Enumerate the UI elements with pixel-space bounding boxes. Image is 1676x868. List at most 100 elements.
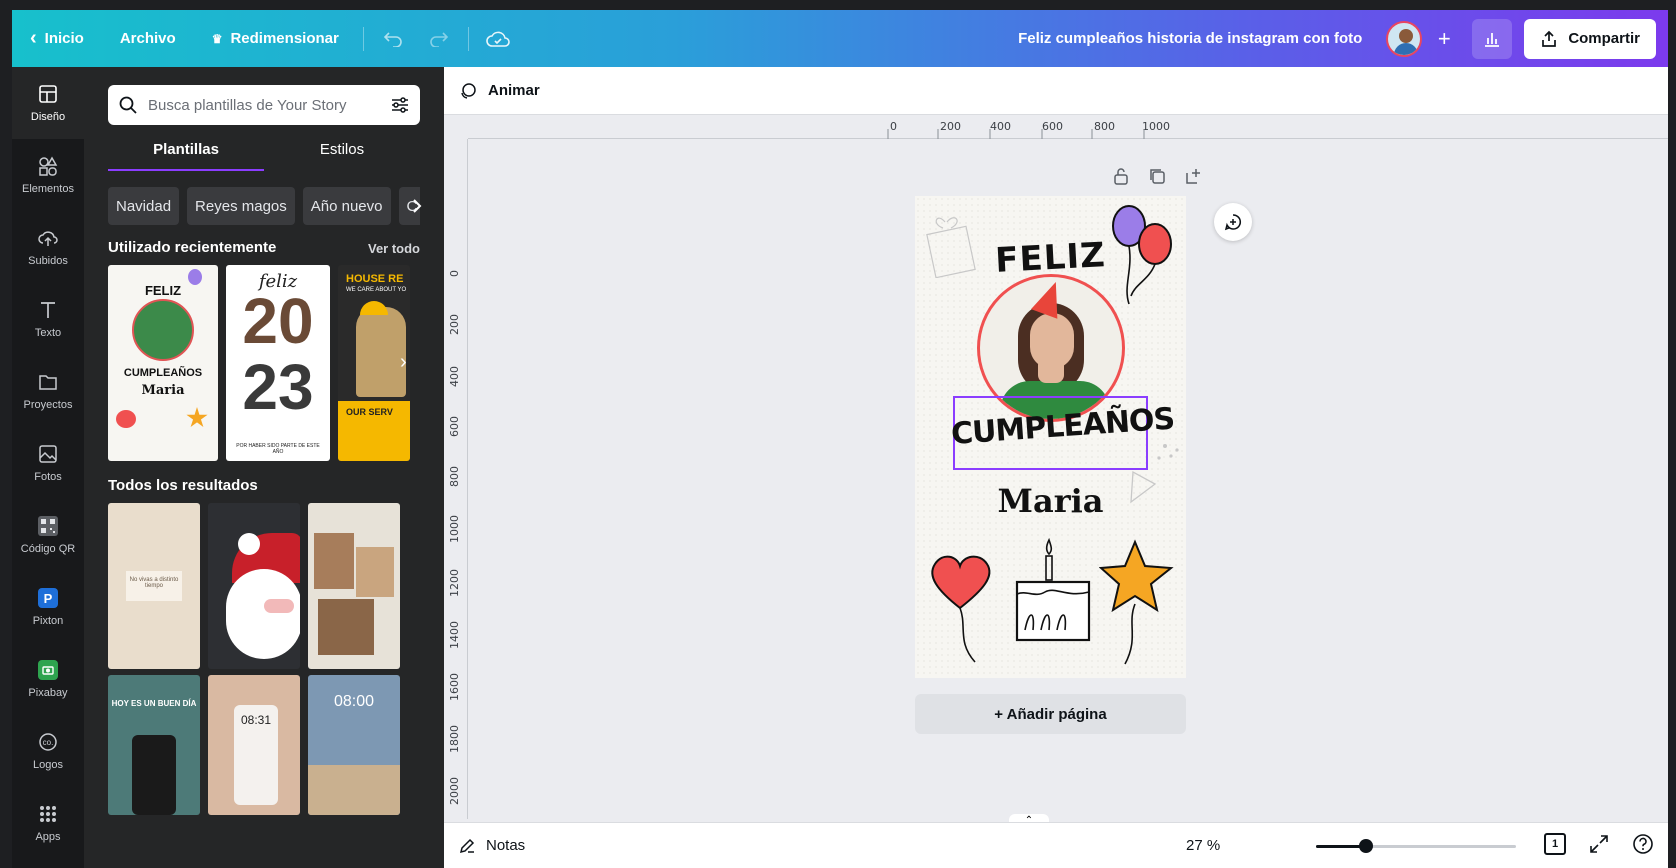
- ruler-vertical: 0 200 400 600 800 1000 1200 1400 1600 18…: [444, 139, 468, 819]
- sidebar-item-apps[interactable]: Apps: [12, 787, 84, 859]
- chip-navidad[interactable]: Navidad: [108, 187, 180, 225]
- recent-template-birthday[interactable]: FELIZ CUMPLEAÑOS Maria: [108, 265, 218, 461]
- zoom-slider-handle[interactable]: [1359, 839, 1373, 853]
- star-balloon-illustration[interactable]: [1099, 538, 1179, 668]
- result-template[interactable]: [308, 503, 400, 669]
- animate-button[interactable]: Animar: [488, 82, 540, 99]
- tab-templates[interactable]: Plantillas: [108, 137, 264, 171]
- sidebar-item-label: Subidos: [28, 255, 68, 267]
- document-title[interactable]: Feliz cumpleaños historia de instagram c…: [1018, 30, 1386, 47]
- recent-heading: Utilizado recientemente: [108, 239, 277, 256]
- help-icon[interactable]: [1632, 833, 1654, 855]
- result-template[interactable]: 08:00: [308, 675, 400, 815]
- image-icon: [39, 445, 57, 463]
- sidebar-item-label: Elementos: [22, 183, 74, 195]
- chip-ano-nuevo[interactable]: Año nuevo: [302, 187, 391, 225]
- notes-icon[interactable]: [458, 837, 476, 855]
- chip-reyes-magos[interactable]: Reyes magos: [187, 187, 295, 225]
- share-button[interactable]: Compartir: [1524, 18, 1656, 59]
- search-input[interactable]: Busca plantillas de Your Story: [148, 97, 346, 114]
- chevron-left-icon: ‹: [30, 27, 37, 49]
- zoom-value[interactable]: 27 %: [1186, 837, 1220, 854]
- undo-icon: [383, 31, 402, 47]
- bar-chart-icon: [1485, 32, 1500, 47]
- zoom-slider[interactable]: [1316, 839, 1516, 853]
- design-page[interactable]: FELIZ CUMPLEAÑOS Maria: [915, 196, 1186, 678]
- design-name[interactable]: Maria: [915, 482, 1186, 520]
- home-button[interactable]: ‹ Inicio: [12, 10, 102, 67]
- view-controls: 1: [1544, 833, 1654, 855]
- thumb-text: 08:00: [333, 693, 375, 710]
- category-chips: Navidad Reyes magos Año nuevo C: [108, 187, 420, 225]
- context-toolbar: Animar: [444, 67, 1668, 115]
- pixton-icon: P: [38, 588, 58, 608]
- sidebar-item-qr-code[interactable]: Código QR: [12, 499, 84, 571]
- sidebar-item-text[interactable]: Texto: [12, 283, 84, 355]
- add-page-icon[interactable]: [1184, 167, 1202, 185]
- sidebar-item-logos[interactable]: co. Logos: [12, 715, 84, 787]
- recent-next-arrow[interactable]: ›: [400, 351, 407, 374]
- result-template[interactable]: [208, 503, 300, 669]
- thumb-text: 08:31: [240, 713, 272, 727]
- thumb-text: No vivas a distinto tiempo: [126, 571, 182, 601]
- heart-balloon-illustration[interactable]: [927, 546, 997, 666]
- thumb-text: CUMPLEAÑOS: [123, 367, 203, 379]
- cloud-save-button[interactable]: [475, 10, 521, 67]
- sidebar-item-design[interactable]: Diseño: [12, 67, 84, 139]
- ruler-label: 800: [448, 466, 461, 487]
- avatar[interactable]: [1386, 20, 1423, 57]
- duplicate-page-icon[interactable]: [1148, 167, 1166, 185]
- sidebar-item-pixton[interactable]: P Pixton: [12, 571, 84, 643]
- template-search[interactable]: Busca plantillas de Your Story: [108, 85, 420, 125]
- invite-button[interactable]: +: [1428, 23, 1460, 55]
- sidebar-item-elements[interactable]: Elementos: [12, 139, 84, 211]
- chevron-right-icon[interactable]: [410, 197, 424, 215]
- text-icon: [41, 302, 55, 318]
- sidebar-item-projects[interactable]: Proyectos: [12, 355, 84, 427]
- add-page-button[interactable]: + Añadir página: [915, 694, 1186, 734]
- sidebar-item-label: Pixabay: [28, 687, 68, 699]
- divider: [362, 26, 364, 51]
- ruler-label: 1600: [448, 673, 461, 701]
- animate-icon[interactable]: [458, 81, 478, 101]
- sidebar-item-label: Apps: [35, 831, 61, 843]
- ruler-label: 1400: [448, 621, 461, 649]
- ruler-label: 600: [448, 416, 461, 437]
- cake-illustration[interactable]: [1011, 534, 1091, 644]
- notes-button[interactable]: Notas: [486, 837, 525, 854]
- upload-cloud-icon: [38, 231, 58, 246]
- tab-styles[interactable]: Estilos: [264, 137, 420, 171]
- thumb-text: WE CARE ABOUT YO: [346, 287, 407, 293]
- result-template[interactable]: No vivas a distinto tiempo: [108, 503, 200, 669]
- templates-panel: Busca plantillas de Your Story Plantilla…: [84, 67, 444, 868]
- ruler-label: 1200: [448, 569, 461, 597]
- recent-template-2023[interactable]: feliz 20 23 POR HABER SIDO PARTE DE ESTE…: [226, 265, 330, 461]
- thumb-text: FELIZ: [144, 283, 182, 298]
- sidebar-item-uploads[interactable]: Subidos: [12, 211, 84, 283]
- sidebar-item-photos[interactable]: Fotos: [12, 427, 84, 499]
- bottom-bar: Notas 27 % 1: [444, 822, 1668, 868]
- resize-label: Redimensionar: [230, 30, 339, 47]
- file-menu-button[interactable]: Archivo: [102, 10, 194, 67]
- result-template[interactable]: HOY ES UN BUEN DÍA: [108, 675, 200, 815]
- insights-button[interactable]: [1472, 18, 1513, 59]
- undo-button[interactable]: [370, 10, 416, 67]
- ruler-label: 0: [448, 270, 461, 277]
- redo-icon: [430, 31, 448, 47]
- home-label: Inicio: [44, 30, 84, 47]
- thumb-text: HOY ES UN BUEN DÍA: [111, 699, 197, 708]
- share-icon: [1542, 30, 1557, 47]
- sidebar-item-label: Pixton: [32, 615, 64, 627]
- pixabay-icon: [38, 660, 58, 680]
- top-bar: ‹ Inicio Archivo ♛ Redimensionar Feliz c…: [12, 10, 1668, 67]
- sidebar-item-pixabay[interactable]: Pixabay: [12, 643, 84, 715]
- filter-icon[interactable]: [390, 95, 410, 115]
- resize-button[interactable]: ♛ Redimensionar: [194, 10, 357, 67]
- see-all-link[interactable]: Ver todo: [368, 241, 420, 256]
- page-count-button[interactable]: 1: [1544, 833, 1566, 855]
- fullscreen-icon[interactable]: [1588, 833, 1610, 855]
- lock-icon[interactable]: [1112, 167, 1130, 185]
- redo-button[interactable]: [416, 10, 462, 67]
- result-template[interactable]: 08:31: [208, 675, 300, 815]
- comment-button[interactable]: [1214, 203, 1252, 241]
